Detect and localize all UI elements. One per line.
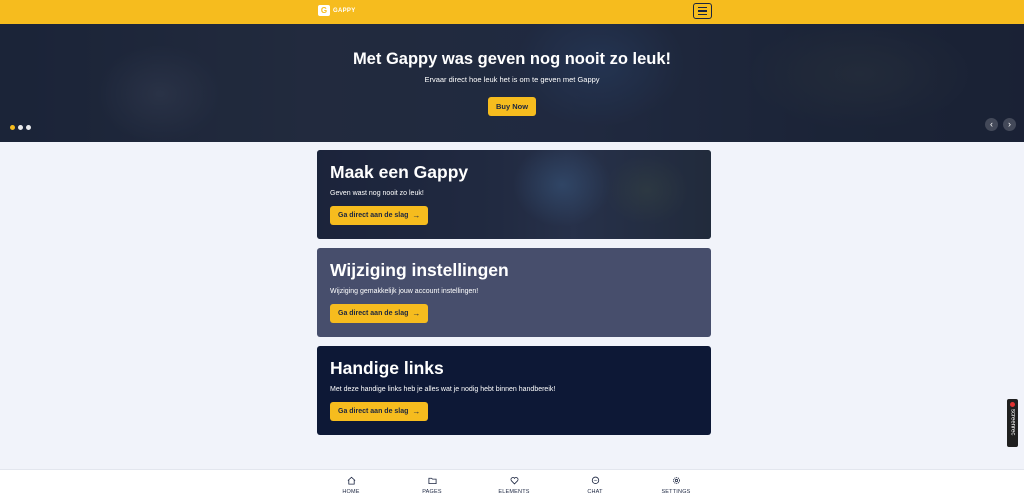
- card-title: Maak een Gappy: [330, 162, 469, 182]
- hero-content: Met Gappy was geven nog nooit zo leuk! E…: [0, 50, 1024, 116]
- buy-now-button[interactable]: Buy Now: [487, 97, 537, 116]
- logo-text: GAPPY: [333, 7, 356, 14]
- chevron-left-icon[interactable]: ‹: [985, 118, 998, 131]
- folder-icon: [427, 477, 437, 485]
- card-wijziging-instellingen: Wijziging instellingen Wijziging gemakke…: [317, 248, 711, 337]
- chat-icon: [591, 476, 599, 484]
- logo[interactable]: G GAPPY: [318, 5, 356, 16]
- card-button-label: Ga direct aan de slag: [338, 310, 409, 317]
- nav-item-settings[interactable]: SETTINGS: [646, 476, 706, 495]
- chevron-right-icon[interactable]: ›: [1003, 118, 1016, 131]
- heart-icon: [510, 477, 518, 485]
- top-bar: G GAPPY: [0, 0, 1024, 24]
- record-icon: [1010, 402, 1015, 407]
- home-icon: [347, 476, 355, 485]
- slider-dot-1[interactable]: [10, 125, 15, 130]
- card-start-button[interactable]: Ga direct aan de slag →: [330, 402, 429, 421]
- nav-item-chat[interactable]: CHAT: [565, 476, 625, 495]
- slider-dot-2[interactable]: [18, 125, 23, 130]
- card-button-label: Ga direct aan de slag: [338, 212, 409, 219]
- arrow-right-icon: →: [412, 407, 421, 416]
- gear-icon: [672, 477, 680, 484]
- hero-slider: Met Gappy was geven nog nooit zo leuk! E…: [0, 24, 1024, 142]
- slider-dot-3[interactable]: [26, 125, 31, 130]
- hero-title: Met Gappy was geven nog nooit zo leuk!: [352, 50, 672, 68]
- arrow-right-icon: →: [412, 211, 421, 220]
- hamburger-icon: [698, 6, 707, 9]
- nav-label: SETTINGS: [661, 489, 691, 495]
- nav-item-pages[interactable]: PAGES: [402, 476, 462, 495]
- card-button-label: Ga direct aan de slag: [338, 408, 409, 415]
- slider-dots: [10, 125, 31, 130]
- card-start-button[interactable]: Ga direct aan de slag →: [330, 304, 429, 323]
- card-title: Handige links: [330, 358, 444, 378]
- screenrec-badge[interactable]: screenrec: [1007, 399, 1018, 447]
- menu-button[interactable]: [693, 3, 712, 19]
- hero-subtitle: Ervaar direct hoe leuk het is om te geve…: [424, 75, 600, 84]
- nav-label: HOME: [342, 489, 360, 495]
- screenrec-label: screenrec: [1009, 409, 1016, 436]
- logo-mark: G: [318, 5, 330, 16]
- card-maak-een-gappy: Maak een Gappy Geven wast nog nooit zo l…: [317, 150, 711, 239]
- nav-label: ELEMENTS: [498, 489, 530, 495]
- bottom-nav: HOME PAGES ELEMENTS CHAT SETTINGS: [0, 469, 1024, 499]
- card-title: Wijziging instellingen: [330, 260, 509, 280]
- card-subtitle: Geven wast nog nooit zo leuk!: [330, 190, 424, 197]
- card-subtitle: Wijziging gemakkelijk jouw account inste…: [330, 288, 479, 295]
- arrow-right-icon: →: [412, 309, 421, 318]
- nav-item-elements[interactable]: ELEMENTS: [484, 476, 544, 495]
- card-start-button[interactable]: Ga direct aan de slag →: [330, 206, 429, 225]
- nav-label: PAGES: [422, 489, 442, 495]
- nav-item-home[interactable]: HOME: [321, 476, 381, 495]
- card-handige-links: Handige links Met deze handige links heb…: [317, 346, 711, 435]
- card-subtitle: Met deze handige links heb je alles wat …: [330, 386, 556, 393]
- nav-label: CHAT: [587, 489, 603, 495]
